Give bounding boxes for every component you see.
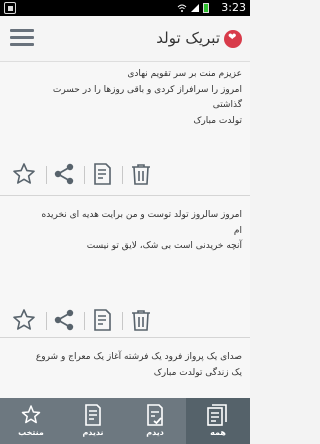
message-line: ام — [233, 225, 242, 236]
trash-icon[interactable] — [129, 162, 153, 186]
documents-icon — [207, 404, 227, 426]
message-list[interactable]: عزیزم منت بر سر تقویم نهادی امروز را سرا… — [0, 62, 250, 398]
tab-unseen[interactable]: ندیدم — [62, 398, 124, 444]
message-card: امروز سالروز تولد توست و من برایت هدیه ا… — [0, 196, 250, 338]
status-time: 3:23 — [221, 1, 246, 14]
tab-label: ندیدم — [82, 428, 104, 437]
tab-label: دیدم — [146, 428, 164, 437]
share-icon[interactable] — [52, 308, 76, 332]
status-bar: 3:23 — [0, 0, 250, 16]
document-icon — [85, 404, 101, 426]
menu-icon[interactable] — [10, 28, 34, 48]
message-line: صدای یک پرواز فرود یک فرشته آغاز یک معرا… — [35, 352, 242, 362]
tab-label: همه — [210, 428, 226, 437]
message-line: گذاشتی — [212, 100, 242, 110]
heart-icon — [224, 30, 242, 48]
favorite-star-icon[interactable] — [12, 308, 36, 332]
message-line: امروز سالروز تولد توست و من برایت هدیه ا… — [41, 210, 242, 220]
tab-label: منتخب — [18, 428, 44, 437]
tab-favorites[interactable]: منتخب — [0, 398, 62, 444]
message-actions — [0, 162, 250, 188]
message-line: آنچه خریدنی است بی شک، لایق تو نیست — [86, 241, 242, 251]
message-line: امروز را سرافراز کردی و باقی روزها را در… — [52, 84, 242, 95]
tab-seen[interactable]: دیدم — [124, 398, 186, 444]
tab-all[interactable]: همه — [186, 398, 250, 444]
message-text: امروز سالروز تولد توست و من برایت هدیه ا… — [8, 208, 242, 255]
app-bar: تبریک تولد — [0, 16, 250, 62]
message-actions — [0, 308, 250, 334]
battery-icon — [203, 3, 209, 13]
message-card: صدای یک پرواز فرود یک فرشته آغاز یک معرا… — [0, 338, 250, 398]
app-title: تبریک تولد — [156, 29, 220, 47]
trash-icon[interactable] — [129, 308, 153, 332]
message-card: عزیزم منت بر سر تقویم نهادی امروز را سرا… — [0, 62, 250, 196]
message-line: عزیزم منت بر سر تقویم نهادی — [127, 69, 242, 79]
share-icon[interactable] — [52, 162, 76, 186]
star-icon — [21, 405, 41, 424]
bottom-nav: منتخب ندیدم دیدم همه — [0, 398, 250, 444]
favorite-star-icon[interactable] — [12, 162, 36, 186]
copy-note-icon[interactable] — [90, 162, 114, 186]
message-line: تولدت مبارک — [193, 115, 242, 126]
copy-note-icon[interactable] — [90, 308, 114, 332]
message-line: یک زندگی تولدت مبارک — [153, 367, 242, 378]
checked-document-icon — [147, 404, 163, 426]
message-text: عزیزم منت بر سر تقویم نهادی امروز را سرا… — [8, 67, 242, 129]
signal-icon — [191, 4, 199, 12]
message-text: صدای یک پرواز فرود یک فرشته آغاز یک معرا… — [8, 350, 242, 381]
wifi-icon — [177, 4, 187, 12]
notification-icon — [4, 2, 16, 14]
